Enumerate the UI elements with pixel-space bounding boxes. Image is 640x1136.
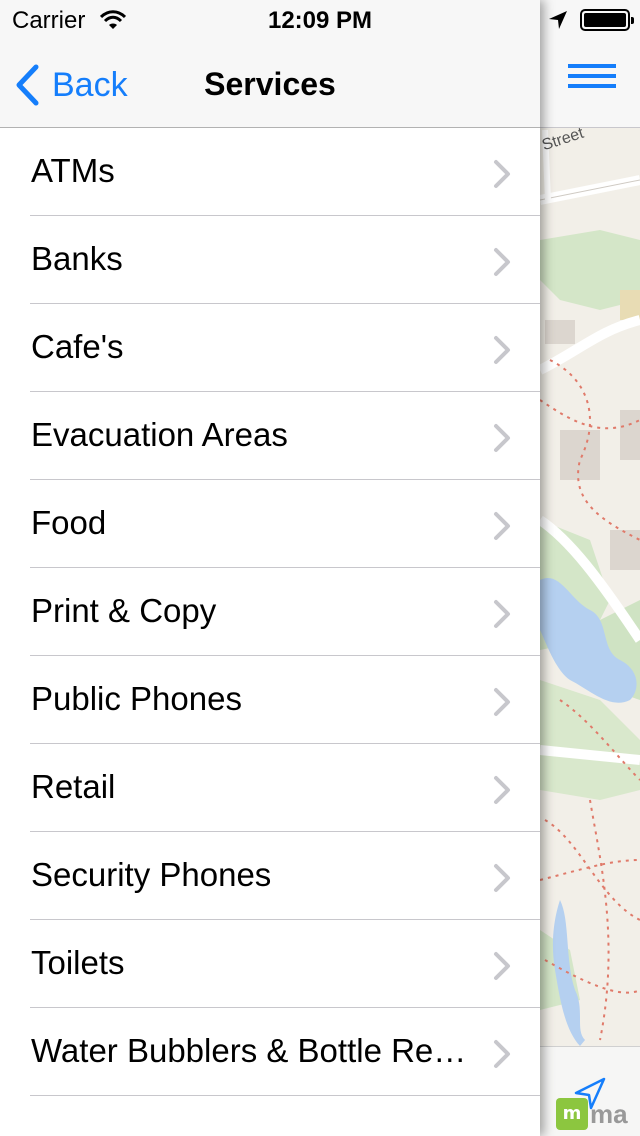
- list-item-public-phones[interactable]: Public Phones: [0, 656, 540, 744]
- list-item-label: Print & Copy: [31, 592, 217, 629]
- menu-icon-bar: [568, 64, 616, 68]
- chevron-right-icon: [494, 512, 510, 540]
- list-item-label: Public Phones: [31, 680, 242, 717]
- menu-icon[interactable]: [568, 64, 616, 100]
- list-item-label: Security Phones: [31, 856, 272, 893]
- list-item-label: Water Bubblers & Bottle Refill Stations: [31, 1032, 471, 1069]
- list-item-cafes[interactable]: Cafe's: [0, 304, 540, 392]
- mapquest-logo: m ma: [556, 1097, 640, 1131]
- chevron-right-icon: [494, 424, 510, 452]
- battery-icon: [580, 9, 634, 31]
- list-item-label: ATMs: [31, 152, 115, 189]
- list-item-atms[interactable]: ATMs: [0, 128, 540, 216]
- services-panel: Back Services ATMs Banks Cafe's Evacuati…: [0, 0, 540, 1136]
- map-footer-bar: m ma: [540, 1046, 640, 1136]
- chevron-right-icon: [494, 952, 510, 980]
- chevron-right-icon: [494, 864, 510, 892]
- chevron-right-icon: [494, 1040, 510, 1068]
- menu-icon-bar: [568, 84, 616, 88]
- services-list: ATMs Banks Cafe's Evacuation Areas Food …: [0, 128, 540, 1096]
- chevron-right-icon: [494, 688, 510, 716]
- list-item-label: Toilets: [31, 944, 125, 981]
- list-item-retail[interactable]: Retail: [0, 744, 540, 832]
- chevron-right-icon: [494, 160, 510, 188]
- list-item-print-copy[interactable]: Print & Copy: [0, 568, 540, 656]
- menu-icon-bar: [568, 74, 616, 78]
- status-bar: Carrier 12:09 PM: [0, 0, 640, 40]
- mapquest-logo-mark: m: [556, 1098, 588, 1130]
- list-item-label: Cafe's: [31, 328, 124, 365]
- mapquest-logo-text: ma: [590, 1098, 628, 1129]
- chevron-right-icon: [494, 248, 510, 276]
- list-item-toilets[interactable]: Toilets: [0, 920, 540, 1008]
- chevron-right-icon: [494, 776, 510, 804]
- list-item-label: Food: [31, 504, 107, 541]
- list-item-food[interactable]: Food: [0, 480, 540, 568]
- status-time: 12:09 PM: [267, 7, 373, 34]
- list-item-evacuation-areas[interactable]: Evacuation Areas: [0, 392, 540, 480]
- list-item-security-phones[interactable]: Security Phones: [0, 832, 540, 920]
- list-item-label: Banks: [31, 240, 123, 277]
- chevron-right-icon: [494, 336, 510, 364]
- list-item-label: Retail: [31, 768, 116, 805]
- list-item-banks[interactable]: Banks: [0, 216, 540, 304]
- list-item-water-bubblers[interactable]: Water Bubblers & Bottle Refill Stations: [0, 1008, 540, 1096]
- location-arrow-icon: [549, 11, 567, 29]
- page-title: Services: [204, 66, 336, 102]
- chevron-right-icon: [494, 600, 510, 628]
- list-item-label: Evacuation Areas: [31, 416, 288, 453]
